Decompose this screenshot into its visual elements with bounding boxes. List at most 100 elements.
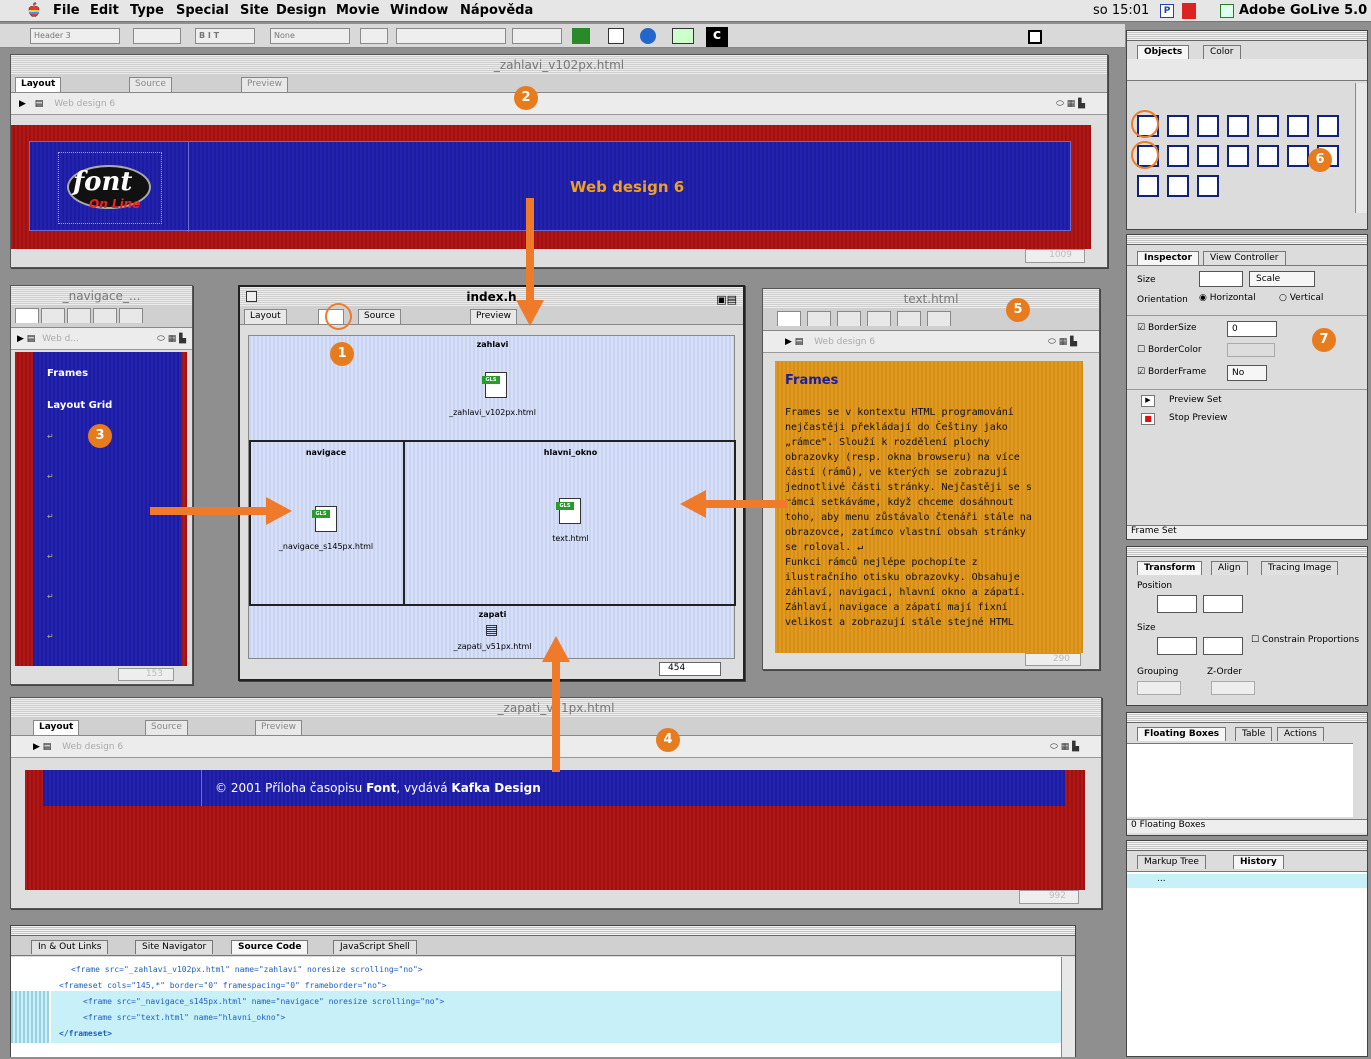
tab-transform[interactable]: Transform <box>1137 561 1203 575</box>
nav-item-frames[interactable]: Frames <box>47 368 88 379</box>
width-readout[interactable]: 1009 <box>1025 249 1085 263</box>
history-item[interactable]: ... <box>1127 874 1367 888</box>
frameset-template-icon[interactable] <box>1227 115 1249 137</box>
page-title[interactable]: Web design 6 <box>54 99 115 109</box>
tab-source[interactable]: Source <box>145 720 188 735</box>
tab-view-controller[interactable]: View Controller <box>1203 251 1286 265</box>
frame-divider[interactable] <box>403 440 405 606</box>
position-x-field[interactable] <box>1157 595 1197 613</box>
bordersize-field[interactable]: 0 <box>1227 321 1277 337</box>
page-title[interactable]: Web d... <box>42 334 79 344</box>
bordercolor-swatch[interactable] <box>1227 343 1275 357</box>
width-readout[interactable]: 454 <box>659 662 721 676</box>
page-icon[interactable] <box>608 28 624 44</box>
orientation-horizontal-radio[interactable]: ◉ Horizontal <box>1199 293 1256 303</box>
menu-window[interactable]: Window <box>390 3 448 18</box>
tab-preview[interactable] <box>897 311 921 326</box>
tab-preview[interactable]: Preview <box>470 309 518 324</box>
grouping-buttons[interactable] <box>1137 681 1181 695</box>
source-code-area[interactable]: <frame src="_zahlavi_v102px.html" name="… <box>11 957 1075 1057</box>
html-file-icon[interactable]: GLS <box>312 506 337 532</box>
tab-source[interactable] <box>837 311 861 326</box>
tab-source[interactable]: Source <box>358 309 401 324</box>
tab-preview[interactable]: Preview <box>255 720 303 735</box>
stop-preview-button[interactable]: ■ <box>1141 413 1155 425</box>
menu-type[interactable]: Type <box>130 3 164 18</box>
tab-floating-boxes[interactable]: Floating Boxes <box>1137 727 1227 741</box>
text-window-titlebar[interactable]: text.html <box>763 289 1099 309</box>
vertical-scrollbar[interactable] <box>1355 83 1367 213</box>
frameset-template-icon[interactable] <box>1257 145 1279 167</box>
tab-tracing-image[interactable]: Tracing Image <box>1261 561 1339 575</box>
tab-source-code[interactable]: Source Code <box>231 940 309 954</box>
keyboard-icon[interactable]: P <box>1160 4 1174 18</box>
tab-preview[interactable] <box>119 308 143 323</box>
align-buttons[interactable] <box>133 28 181 44</box>
borderframe-checkbox[interactable]: ☑ BorderFrame <box>1137 367 1206 377</box>
zorder-buttons[interactable] <box>1211 681 1255 695</box>
app-name[interactable]: Adobe GoLive 5.0 <box>1239 3 1367 18</box>
browser-icon[interactable] <box>640 28 656 44</box>
nav-window-titlebar[interactable]: _navigace_... <box>11 286 192 306</box>
frameset-template-icon[interactable] <box>1197 145 1219 167</box>
palette-titlebar[interactable] <box>1127 841 1367 851</box>
floating-boxes-list[interactable] <box>1127 743 1353 817</box>
tab-layout[interactable]: Layout <box>244 309 287 324</box>
frameset-template-icon[interactable] <box>1287 115 1309 137</box>
constrain-proportions-checkbox[interactable]: ☐ Constrain Proportions <box>1251 635 1371 646</box>
frameset-template-icon[interactable] <box>1167 145 1189 167</box>
tab-outline[interactable] <box>867 311 891 326</box>
view-mode-icons[interactable]: ⬭ ▦ ▙ <box>1048 331 1077 353</box>
tab-site-navigator[interactable]: Site Navigator <box>135 940 214 954</box>
tab-frame[interactable] <box>41 308 65 323</box>
tab-layout[interactable] <box>777 311 801 326</box>
tab-objects[interactable]: Objects <box>1137 45 1190 59</box>
close-box-icon[interactable] <box>246 291 257 302</box>
site-icon[interactable] <box>572 28 590 44</box>
bordersize-checkbox[interactable]: ☑ BorderSize <box>1137 323 1197 333</box>
index-window-titlebar[interactable]: index.h ▣▤ <box>240 287 743 307</box>
menu-design[interactable]: Design <box>276 3 326 18</box>
frameset-template-icon[interactable] <box>1197 115 1219 137</box>
frameset-template-icon[interactable] <box>1167 115 1189 137</box>
view-mode-icons[interactable]: ⬭ ▦ ▙ <box>1050 736 1079 758</box>
menu-file[interactable]: File <box>53 3 80 18</box>
tab-markup-tree[interactable]: Markup Tree <box>1137 855 1206 869</box>
tab-color[interactable]: Color <box>1203 45 1241 59</box>
frameset-template-icon[interactable] <box>1287 145 1309 167</box>
history-list[interactable]: ... <box>1127 871 1367 1056</box>
palette-titlebar[interactable] <box>1127 31 1367 41</box>
tab-frame-preview[interactable] <box>927 311 951 326</box>
html-file-icon[interactable]: ▤ <box>485 622 498 638</box>
font-select[interactable]: None <box>270 28 350 44</box>
palette-titlebar[interactable] <box>1127 713 1367 723</box>
menu-edit[interactable]: Edit <box>90 3 119 18</box>
menu-movie[interactable]: Movie <box>336 3 380 18</box>
tab-outline[interactable] <box>93 308 117 323</box>
tab-table[interactable]: Table <box>1235 727 1273 741</box>
view-mode-icons[interactable]: ⬭ ▦ ▙ <box>157 328 186 350</box>
vertical-scrollbar[interactable] <box>1061 957 1075 1057</box>
list-indent-buttons[interactable] <box>396 28 506 44</box>
menu-site[interactable]: Site <box>240 3 269 18</box>
palette-titlebar[interactable] <box>11 926 1075 936</box>
tab-history[interactable]: History <box>1233 855 1284 869</box>
chart-icon[interactable] <box>672 28 694 44</box>
object-category-bar[interactable] <box>1127 59 1367 81</box>
tab-inspector[interactable]: Inspector <box>1137 251 1199 265</box>
page-title[interactable]: Web design 6 <box>814 337 875 347</box>
size-width-field[interactable] <box>1157 637 1197 655</box>
html-file-icon[interactable]: GLS <box>482 372 507 398</box>
tab-frame[interactable] <box>807 311 831 326</box>
acrobat-icon[interactable]: c <box>706 27 728 47</box>
tab-source[interactable]: Source <box>129 77 172 92</box>
frameset-template-icon[interactable] <box>1197 175 1219 197</box>
link-buttons[interactable] <box>512 28 562 44</box>
preview-set-button[interactable]: ▶ <box>1141 395 1155 407</box>
size-mode-select[interactable]: Scale <box>1249 271 1315 287</box>
page-title[interactable]: Web design 6 <box>62 742 123 752</box>
tab-layout[interactable]: Layout <box>15 77 62 92</box>
width-readout[interactable]: 992 <box>1019 890 1079 904</box>
orientation-vertical-radio[interactable]: ○ Vertical <box>1279 293 1323 303</box>
frameset-template-icon[interactable] <box>1317 115 1339 137</box>
